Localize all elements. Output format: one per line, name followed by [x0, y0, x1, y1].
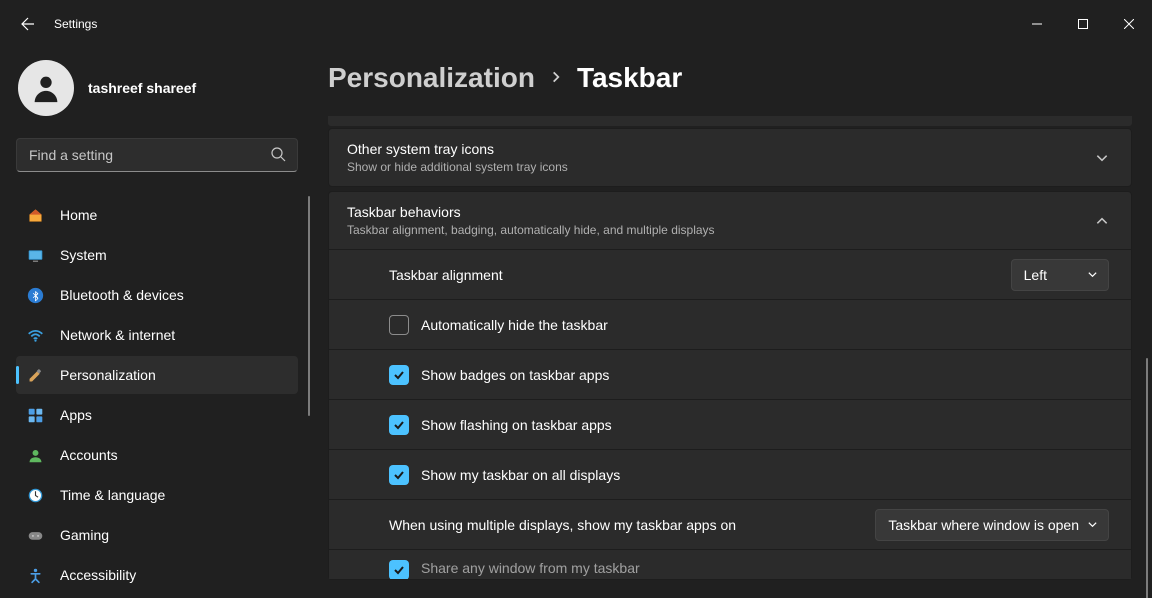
minimize-icon	[1032, 19, 1042, 29]
nav-label: Accessibility	[60, 567, 136, 583]
dropdown-value: Taskbar where window is open	[888, 517, 1079, 533]
nav-item-system[interactable]: System	[16, 236, 298, 274]
nav-item-network[interactable]: Network & internet	[16, 316, 298, 354]
nav-item-gaming[interactable]: Gaming	[16, 516, 298, 554]
system-icon	[26, 246, 44, 264]
accounts-icon	[26, 446, 44, 464]
checkbox[interactable]	[389, 465, 409, 485]
content: Personalization Taskbar Other system tra…	[310, 48, 1152, 598]
search-wrap	[16, 138, 298, 172]
network-icon	[26, 326, 44, 344]
chevron-down-icon	[1087, 519, 1098, 530]
search-input[interactable]	[16, 138, 298, 172]
content-scrollbar[interactable]	[1146, 358, 1148, 598]
nav-label: Bluetooth & devices	[60, 287, 184, 303]
nav-label: Personalization	[60, 367, 156, 383]
arrow-left-icon	[20, 16, 36, 32]
gaming-icon	[26, 526, 44, 544]
row-auto-hide[interactable]: Automatically hide the taskbar	[329, 299, 1131, 349]
nav-item-apps[interactable]: Apps	[16, 396, 298, 434]
nav: Home System Bluetooth & devices Network …	[16, 196, 310, 596]
section-subtitle: Show or hide additional system tray icon…	[347, 160, 1095, 174]
chevron-right-icon	[549, 67, 563, 90]
row-show-flashing[interactable]: Show flashing on taskbar apps	[329, 399, 1131, 449]
breadcrumb-parent[interactable]: Personalization	[328, 62, 535, 94]
nav-item-home[interactable]: Home	[16, 196, 298, 234]
section-title: Taskbar behaviors	[347, 204, 1095, 220]
personalization-icon	[26, 366, 44, 384]
nav-item-personalization[interactable]: Personalization	[16, 356, 298, 394]
page-title: Taskbar	[577, 62, 682, 94]
accessibility-icon	[26, 566, 44, 584]
apps-icon	[26, 406, 44, 424]
chevron-down-icon	[1095, 151, 1109, 165]
checkbox-label: Share any window from my taskbar	[421, 560, 640, 576]
titlebar: Settings	[0, 0, 1152, 48]
nav-label: Network & internet	[60, 327, 175, 343]
chevron-down-icon	[1087, 269, 1098, 280]
row-taskbar-alignment: Taskbar alignment Left	[329, 249, 1131, 299]
nav-label: Apps	[60, 407, 92, 423]
search-icon	[270, 146, 286, 162]
nav-item-bluetooth[interactable]: Bluetooth & devices	[16, 276, 298, 314]
window-title: Settings	[54, 17, 97, 31]
profile[interactable]: tashreef shareef	[16, 56, 310, 138]
time-icon	[26, 486, 44, 504]
nav-label: Accounts	[60, 447, 118, 463]
dropdown-value: Left	[1024, 267, 1047, 283]
avatar	[18, 60, 74, 116]
profile-name: tashreef shareef	[88, 80, 196, 96]
home-icon	[26, 206, 44, 224]
nav-label: Gaming	[60, 527, 109, 543]
back-button[interactable]	[8, 4, 48, 44]
dropdown-taskbar-alignment[interactable]: Left	[1011, 259, 1109, 291]
section-subtitle: Taskbar alignment, badging, automaticall…	[347, 223, 1095, 237]
maximize-icon	[1078, 19, 1088, 29]
close-button[interactable]	[1106, 4, 1152, 44]
nav-label: Home	[60, 207, 97, 223]
prev-section-sliver	[328, 116, 1132, 126]
nav-item-accessibility[interactable]: Accessibility	[16, 556, 298, 594]
checkbox-label: Show my taskbar on all displays	[421, 467, 620, 483]
breadcrumb: Personalization Taskbar	[328, 62, 1132, 94]
sidebar: tashreef shareef Home System	[0, 48, 310, 598]
row-show-all-displays[interactable]: Show my taskbar on all displays	[329, 449, 1131, 499]
row-share-window[interactable]: Share any window from my taskbar	[329, 549, 1131, 579]
row-multi-display: When using multiple displays, show my ta…	[329, 499, 1131, 549]
dropdown-multi-display[interactable]: Taskbar where window is open	[875, 509, 1109, 541]
checkbox[interactable]	[389, 365, 409, 385]
section-other-tray[interactable]: Other system tray icons Show or hide add…	[328, 128, 1132, 187]
minimize-button[interactable]	[1014, 4, 1060, 44]
nav-item-time[interactable]: Time & language	[16, 476, 298, 514]
row-label: Taskbar alignment	[389, 267, 1011, 283]
checkbox[interactable]	[389, 415, 409, 435]
section-taskbar-behaviors: Taskbar behaviors Taskbar alignment, bad…	[328, 191, 1132, 580]
taskbar-behaviors-header[interactable]: Taskbar behaviors Taskbar alignment, bad…	[329, 192, 1131, 249]
bluetooth-icon	[26, 286, 44, 304]
checkbox-label: Automatically hide the taskbar	[421, 317, 608, 333]
checkbox-label: Show flashing on taskbar apps	[421, 417, 612, 433]
row-label: When using multiple displays, show my ta…	[389, 517, 875, 533]
checkbox[interactable]	[389, 560, 409, 579]
nav-label: System	[60, 247, 107, 263]
window-controls	[1014, 4, 1152, 44]
chevron-up-icon	[1095, 214, 1109, 228]
section-title: Other system tray icons	[347, 141, 1095, 157]
checkbox[interactable]	[389, 315, 409, 335]
nav-item-accounts[interactable]: Accounts	[16, 436, 298, 474]
row-show-badges[interactable]: Show badges on taskbar apps	[329, 349, 1131, 399]
maximize-button[interactable]	[1060, 4, 1106, 44]
close-icon	[1124, 19, 1134, 29]
nav-label: Time & language	[60, 487, 165, 503]
checkbox-label: Show badges on taskbar apps	[421, 367, 609, 383]
